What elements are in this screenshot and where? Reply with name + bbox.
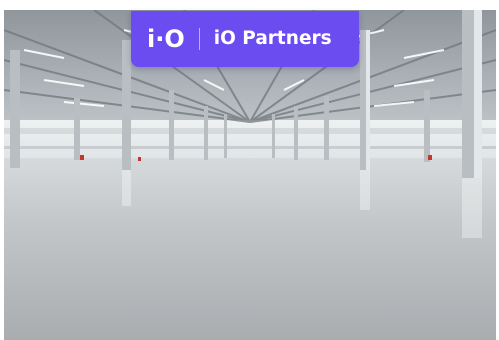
brand-name: iO Partners [213,27,332,49]
io-logo: i·O [147,25,185,53]
page-frame: i·O iO Partners [0,0,499,340]
brand-badge: i·O iO Partners [131,11,359,67]
brand-divider [198,28,200,50]
